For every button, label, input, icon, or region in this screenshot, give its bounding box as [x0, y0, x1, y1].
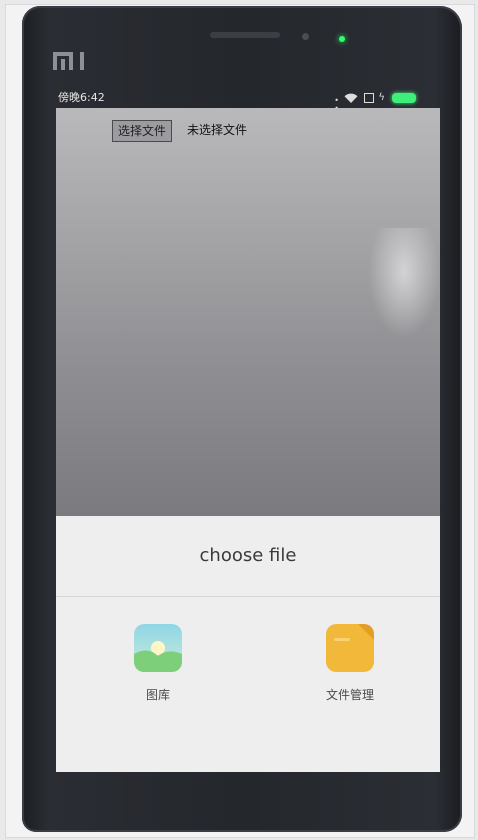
front-camera: [302, 33, 309, 40]
charging-icon: ϟ: [378, 92, 385, 103]
gallery-label: 图库: [145, 688, 170, 702]
gallery-icon[interactable]: [134, 624, 182, 672]
status-bar: 傍晚6:42 • • • • ϟ: [52, 88, 418, 129]
chooser-divider: [56, 596, 440, 597]
notification-led: [339, 36, 345, 42]
status-time: 傍晚6:42: [58, 91, 105, 104]
wifi-icon: [344, 93, 358, 103]
bottom-bezel: [56, 772, 440, 822]
earpiece: [210, 32, 280, 38]
mi-logo-icon: [53, 52, 84, 70]
sim-icon: [364, 93, 374, 103]
battery-icon: [392, 93, 416, 103]
brand-logo: [52, 50, 88, 78]
device-screen: 选择文件 未选择文件 choose file 图库 文件管理: [56, 108, 440, 772]
file-manager-label: 文件管理: [325, 688, 374, 702]
choose-file-button[interactable]: 选择文件: [112, 120, 173, 142]
no-file-chosen-label: 未选择文件: [187, 123, 248, 137]
file-manager-option[interactable]: 文件管理: [300, 624, 400, 714]
folder-icon[interactable]: [326, 624, 374, 672]
chooser-title: choose file: [199, 545, 297, 566]
gallery-option[interactable]: 图库: [108, 624, 208, 714]
file-chooser-sheet: choose file 图库 文件管理: [56, 516, 440, 772]
screen-glare: [368, 228, 440, 338]
